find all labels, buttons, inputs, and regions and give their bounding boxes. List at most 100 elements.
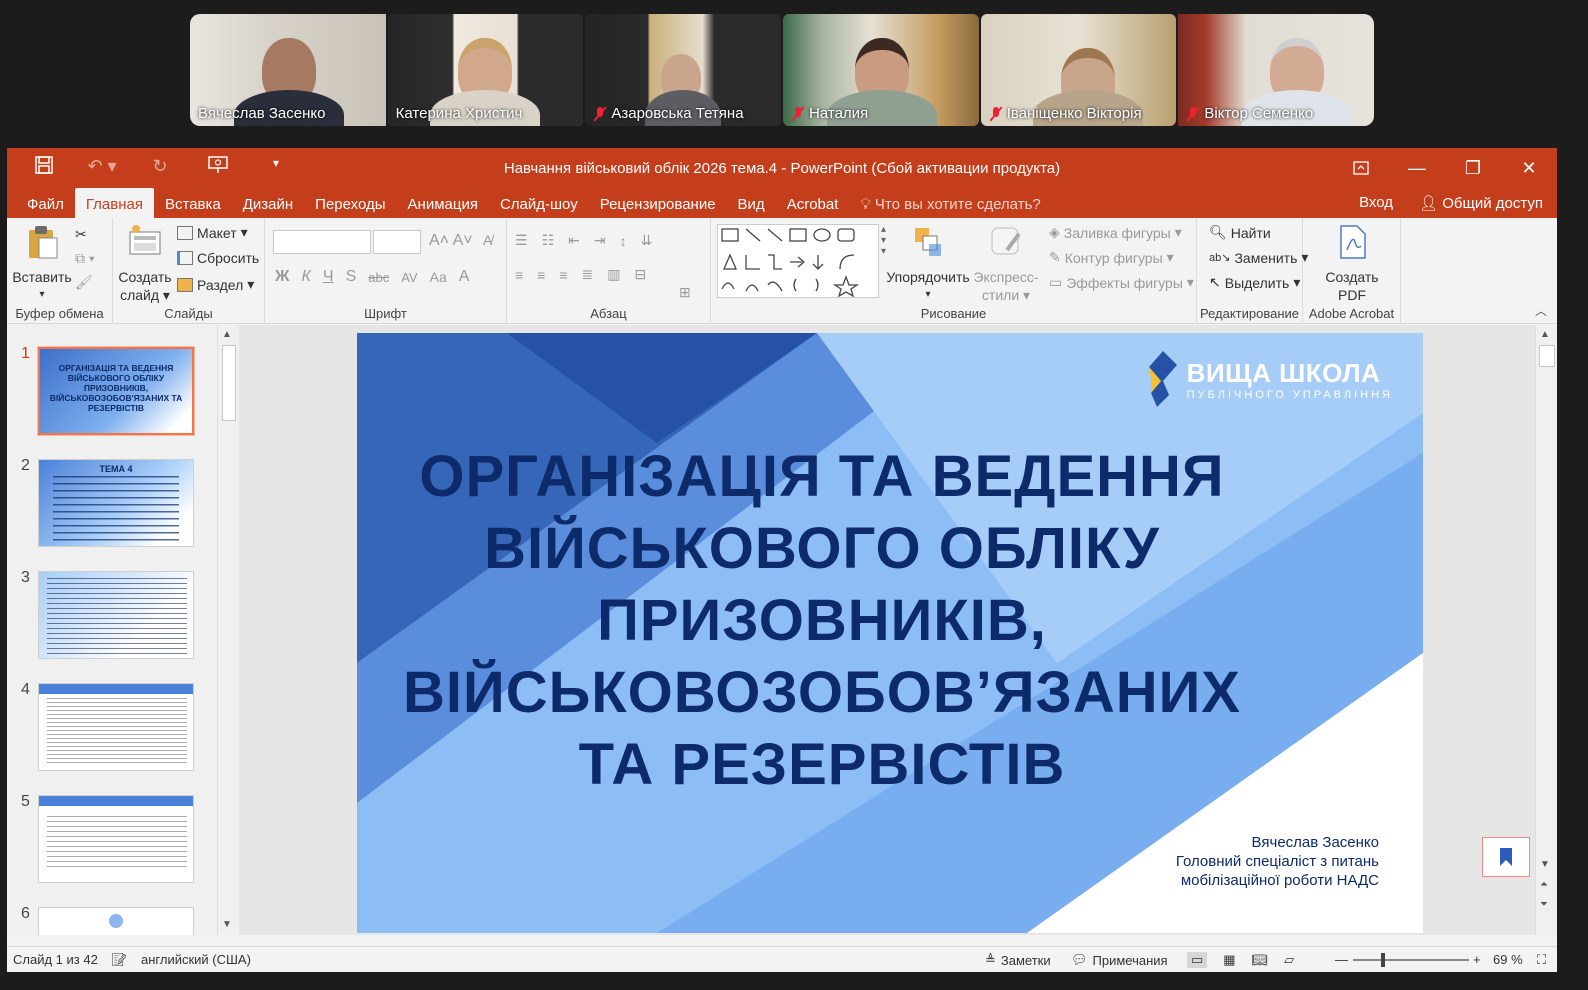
clear-formatting-icon[interactable]: A̸	[483, 232, 492, 248]
redo-icon[interactable]: ↻	[141, 156, 179, 179]
bullets-icon[interactable]: ☰	[515, 232, 528, 249]
undo-icon[interactable]: ↶ ▾	[83, 156, 121, 179]
find-button[interactable]: 🔍︎ Найти	[1209, 224, 1271, 241]
close-icon[interactable]: ✕	[1501, 148, 1557, 188]
arrange-button[interactable]: Упорядочить ▾	[883, 224, 973, 304]
tab-review[interactable]: Рецензирование	[589, 188, 727, 218]
participant-tile-active-speaker[interactable]: Катерина Христич	[387, 14, 584, 126]
shapes-gallery[interactable]	[717, 224, 879, 298]
tab-acrobat[interactable]: Acrobat	[776, 188, 850, 218]
next-slide-icon[interactable]: ⏷	[1540, 899, 1548, 910]
align-right-icon[interactable]: ≡	[559, 267, 567, 283]
italic-button[interactable]: К	[301, 268, 310, 286]
collapse-ribbon-icon[interactable]: ︿	[1535, 302, 1547, 319]
character-spacing-button[interactable]: AV	[401, 270, 417, 285]
participant-tile[interactable]: Вячеслав Засенко	[190, 14, 386, 126]
group-adobe-acrobat: Создать PDF Adobe Acrobat	[1303, 218, 1401, 324]
line-spacing-icon[interactable]: ↕	[620, 233, 627, 249]
participant-tile[interactable]: Віктор Семенко	[1178, 14, 1375, 126]
font-color-button[interactable]: A	[459, 268, 470, 286]
zoom-level[interactable]: 69 %	[1493, 952, 1523, 967]
save-icon[interactable]	[25, 156, 63, 179]
tell-me-search[interactable]: 💡︎ Что вы хотите сделать?	[849, 188, 1051, 218]
create-pdf-button[interactable]: Создать PDF	[1313, 224, 1391, 304]
shape-effects-button[interactable]: ▭ Эффекты фигуры ▾	[1049, 274, 1194, 291]
minimize-icon[interactable]: —	[1389, 148, 1445, 188]
underline-button[interactable]: Ч	[323, 268, 334, 286]
bold-button[interactable]: Ж	[275, 268, 289, 286]
format-painter-icon[interactable]: 🖌︎	[75, 274, 93, 291]
paste-button[interactable]: Вставить ▾	[11, 224, 73, 304]
restore-icon[interactable]: ❐	[1445, 148, 1501, 188]
comment-icon: 💬︎	[1071, 952, 1088, 967]
slide-thumbnail[interactable]: 3	[7, 569, 217, 665]
normal-view-icon[interactable]: ▭	[1187, 952, 1208, 968]
slide-thumbnail[interactable]: 5	[7, 793, 217, 889]
change-case-button[interactable]: Aa	[430, 269, 447, 285]
slide-scrollbar[interactable]: ▲ ▼ ⏶ ⏷	[1535, 325, 1557, 935]
language-indicator[interactable]: английский (США)	[141, 952, 251, 967]
strikethrough-button[interactable]: abc	[368, 270, 389, 285]
reading-view-icon[interactable]: 📖︎	[1252, 952, 1269, 968]
align-center-icon[interactable]: ≡	[537, 267, 545, 283]
section-button[interactable]: Раздел ▾	[177, 276, 254, 293]
spellcheck-icon[interactable]: 📝︎	[111, 952, 128, 968]
quick-styles-button[interactable]: Экспресс- стили ▾	[969, 224, 1043, 304]
zoom-slider[interactable]	[1353, 959, 1469, 961]
tab-design[interactable]: Дизайн	[232, 188, 304, 218]
sign-in-link[interactable]: Вход	[1359, 194, 1393, 212]
font-size-input[interactable]	[373, 230, 421, 254]
customize-toolbar-icon[interactable]: ▾	[257, 156, 295, 179]
align-left-icon[interactable]: ≡	[515, 267, 523, 283]
justify-icon[interactable]: ≣	[582, 266, 594, 283]
align-text-icon[interactable]: ⊟	[634, 266, 646, 283]
previous-slide-icon[interactable]: ⏶	[1540, 879, 1548, 890]
zoom-out-icon[interactable]: —	[1335, 952, 1348, 967]
participant-tile[interactable]: Азаровська Тетяна	[585, 14, 782, 126]
participant-tile[interactable]: Іваніщенко Вікторія	[980, 14, 1177, 126]
copy-icon[interactable]: ⧉ ▾	[75, 250, 95, 267]
ribbon-display-options-icon[interactable]	[1333, 148, 1389, 188]
numbering-icon[interactable]: ☷	[542, 232, 555, 249]
tab-view[interactable]: Вид	[727, 188, 776, 218]
select-button[interactable]: ↖ Выделить ▾	[1209, 274, 1300, 291]
replace-button[interactable]: ab↘ Заменить ▾	[1209, 249, 1308, 266]
slideshow-view-icon[interactable]: ▱	[1284, 952, 1294, 968]
reset-button[interactable]: Сбросить	[177, 250, 259, 266]
slideshow-start-icon[interactable]	[199, 156, 237, 179]
share-button[interactable]: 👤︎ Общий доступ	[1419, 194, 1543, 212]
slide-thumbnail[interactable]: 1 ОРГАНІЗАЦІЯ ТА ВЕДЕННЯ ВІЙСЬКОВОГО ОБЛ…	[7, 345, 217, 441]
tab-home[interactable]: Главная	[74, 188, 154, 218]
notes-button[interactable]: ≜ Заметки	[985, 952, 1051, 968]
tab-insert[interactable]: Вставка	[154, 188, 232, 218]
tab-transitions[interactable]: Переходы	[304, 188, 396, 218]
new-slide-button[interactable]: Создать слайд ▾	[117, 224, 173, 304]
shadow-button[interactable]: S	[346, 268, 357, 286]
shape-outline-button[interactable]: ✎ Контур фигуры ▾	[1049, 249, 1174, 266]
comments-button[interactable]: 💬︎ Примечания	[1071, 952, 1168, 968]
layout-button[interactable]: Макет ▾	[177, 224, 248, 241]
thumbnails-scrollbar[interactable]: ▲ ▼	[217, 325, 239, 935]
slide-thumbnail[interactable]: 2 ТЕМА 4	[7, 457, 217, 553]
decrease-indent-icon[interactable]: ⇤	[568, 232, 580, 249]
font-name-input[interactable]	[273, 230, 371, 254]
bookmark-button[interactable]	[1482, 837, 1530, 877]
slide-sorter-icon[interactable]: ▦	[1223, 952, 1235, 968]
tab-animations[interactable]: Анимация	[397, 188, 489, 218]
columns-icon[interactable]: ▥	[607, 266, 620, 283]
cut-icon[interactable]: ✂	[75, 226, 87, 243]
fit-to-window-icon[interactable]: ⛶	[1537, 952, 1546, 968]
smartart-icon[interactable]: ⊞	[679, 284, 691, 301]
shape-fill-button[interactable]: ◈ Заливка фигуры ▾	[1049, 224, 1182, 241]
current-slide[interactable]: ВИЩА ШКОЛА ПУБЛІЧНОГО УПРАВЛІННЯ ОРГАНІЗ…	[357, 333, 1423, 933]
slide-thumbnail[interactable]: 6	[7, 905, 217, 935]
participant-tile[interactable]: Наталия	[783, 14, 979, 126]
tab-slideshow[interactable]: Слайд-шоу	[489, 188, 589, 218]
zoom-slider-thumb[interactable]	[1381, 953, 1385, 967]
font-size-increase-icon[interactable]: A˄ A˅	[429, 232, 473, 250]
increase-indent-icon[interactable]: ⇥	[594, 232, 606, 249]
zoom-in-icon[interactable]: +	[1473, 952, 1481, 967]
text-direction-icon[interactable]: ⇊	[641, 232, 653, 249]
tab-file[interactable]: Файл	[7, 188, 75, 218]
slide-thumbnail[interactable]: 4	[7, 681, 217, 777]
